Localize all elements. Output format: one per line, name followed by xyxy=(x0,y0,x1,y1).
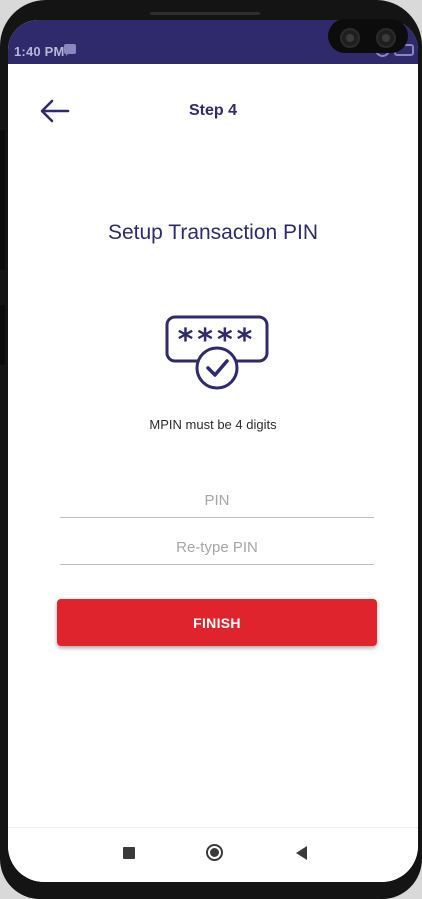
message-icon xyxy=(64,44,76,56)
phone-frame: 1:40 PM Step 4 Setup Transaction PIN ***… xyxy=(0,0,422,899)
front-camera-icon xyxy=(376,28,396,48)
status-time: 1:40 PM xyxy=(14,44,65,59)
android-nav-bar xyxy=(8,827,418,882)
finish-button[interactable]: FINISH xyxy=(57,599,377,646)
setup-heading: Setup Transaction PIN xyxy=(107,221,319,244)
page-title: Step 4 xyxy=(188,102,237,119)
retype-pin-field[interactable] xyxy=(60,530,374,565)
back-icon[interactable] xyxy=(296,846,307,860)
app-screen: 1:40 PM Step 4 Setup Transaction PIN ***… xyxy=(8,20,418,882)
pin-hint: MPIN must be 4 digits xyxy=(149,417,277,432)
speaker-grille xyxy=(150,12,260,15)
power-button xyxy=(0,305,5,365)
camera-cutout xyxy=(328,19,408,53)
pin-field[interactable] xyxy=(60,483,374,518)
volume-button xyxy=(0,130,5,270)
front-camera-icon xyxy=(340,28,360,48)
pin-check-icon: **** xyxy=(165,315,269,390)
home-icon[interactable] xyxy=(206,844,223,861)
recents-icon[interactable] xyxy=(123,847,135,859)
